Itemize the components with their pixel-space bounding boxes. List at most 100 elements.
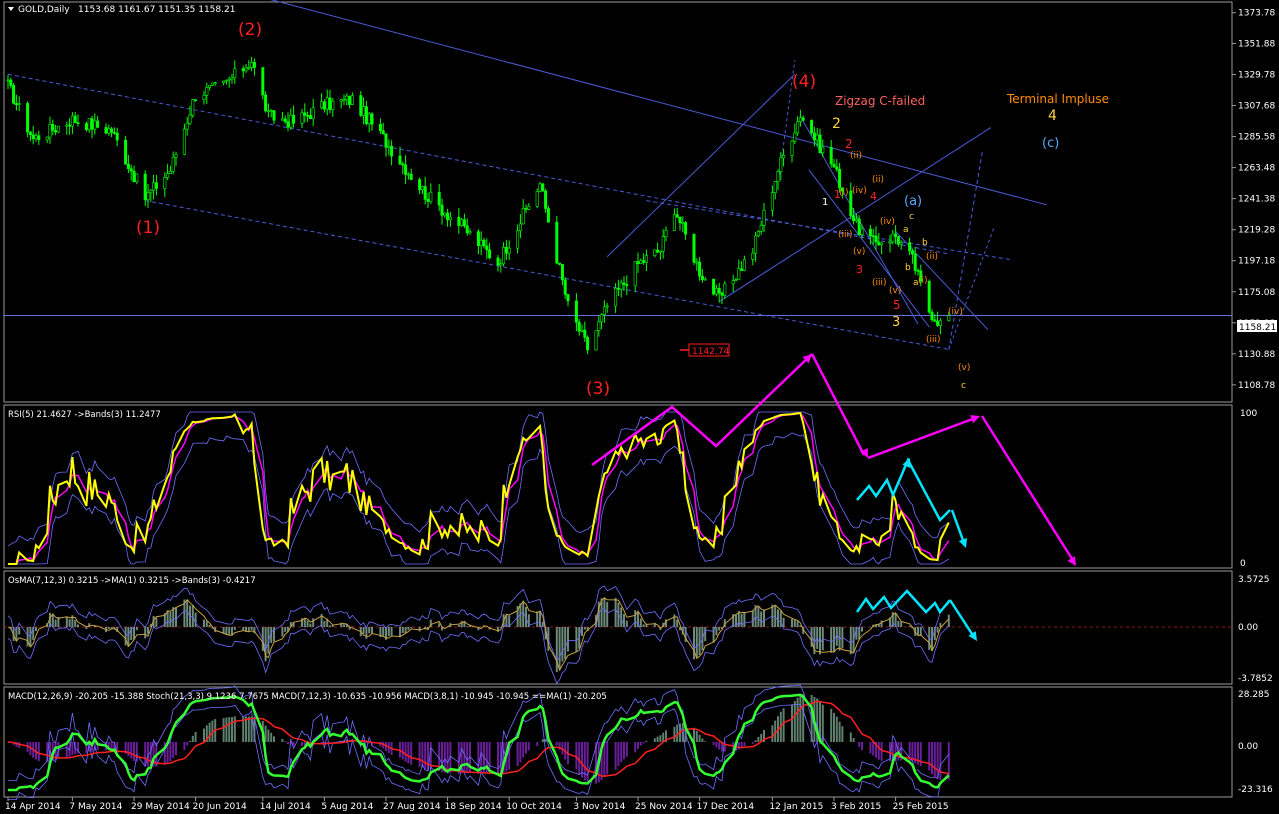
candle-body-19 <box>76 122 80 125</box>
candle-body-91 <box>362 106 366 116</box>
candle-body-4 <box>17 103 21 106</box>
price-tick-8: 1197.18 <box>1238 257 1275 267</box>
candle-body-174 <box>684 222 688 235</box>
candle-body-209 <box>821 147 825 154</box>
candle-body-136 <box>538 183 542 192</box>
symbol-header: GOLD,Daily 1153.68 1161.67 1151.35 1158.… <box>8 5 235 15</box>
candle-body-172 <box>678 216 682 224</box>
minor-b-2: b <box>905 263 911 273</box>
candle-body-105 <box>418 179 422 191</box>
candle-body-143 <box>563 279 567 295</box>
candle-body-49 <box>194 99 198 101</box>
candle-body-195 <box>770 192 774 211</box>
candle-body-189 <box>742 259 746 271</box>
candle-body-14 <box>56 125 60 133</box>
candle-body-10 <box>45 136 49 141</box>
candle-body-20 <box>84 123 88 131</box>
candle-body-93 <box>367 113 371 124</box>
osma-tick-top: 3.5725 <box>1238 575 1270 585</box>
candle-body-102 <box>404 164 408 175</box>
candle-body-150 <box>594 330 598 351</box>
candle-body-97 <box>384 133 388 148</box>
candle-body-74 <box>292 114 296 124</box>
candle-body-81 <box>322 101 326 110</box>
minor-a-1: a <box>903 225 909 235</box>
candle-body-3 <box>14 103 18 106</box>
candle-body-219 <box>860 228 864 235</box>
candle-body-96 <box>381 130 385 135</box>
candle-body-119 <box>468 231 472 234</box>
candle-body-223 <box>877 241 881 246</box>
minor-ii-1: (ii) <box>850 151 862 161</box>
candle-body-41 <box>166 173 170 178</box>
candle-body-116 <box>460 219 464 226</box>
candle-body-47 <box>188 114 192 124</box>
candle-body-194 <box>762 209 766 226</box>
candle-body-157 <box>619 282 623 290</box>
candle-body-44 <box>174 153 178 158</box>
candle-body-50 <box>202 94 206 101</box>
candle-body-212 <box>835 166 839 170</box>
candle-body-57 <box>227 78 231 81</box>
candle-body-121 <box>479 239 483 247</box>
candle-body-177 <box>698 261 702 277</box>
candle-body-151 <box>597 321 601 332</box>
rsi-tick-0: 0 <box>1240 559 1246 569</box>
x-label-12: 12 Jan 2015 <box>769 802 823 812</box>
minor-ii-2: (ii) <box>872 175 884 185</box>
candle-body-85 <box>339 99 343 102</box>
minor-iv-3: (iv) <box>948 307 963 317</box>
candle-body-120 <box>476 231 480 247</box>
candle-body-64 <box>252 62 256 68</box>
candle-body-40 <box>163 177 167 189</box>
current-price-label: 1158.21 <box>1239 323 1276 333</box>
candle-body-202 <box>796 121 800 134</box>
candle-body-149 <box>586 337 590 351</box>
candle-body-89 <box>350 95 354 105</box>
candle-body-8 <box>34 135 38 140</box>
price-tick-12: 1108.78 <box>1238 381 1275 391</box>
candle-body-221 <box>871 235 875 237</box>
candle-body-94 <box>370 113 374 125</box>
candle-body-39 <box>154 182 158 189</box>
candle-body-186 <box>734 279 738 281</box>
wave-4-label: (4) <box>792 72 816 92</box>
candle-body-9 <box>37 135 41 141</box>
candle-body-1 <box>9 79 13 86</box>
candle-body-48 <box>191 99 195 116</box>
minor-a-2: a <box>913 278 919 288</box>
wave-c-label: (c) <box>1042 136 1059 151</box>
candle-body-104 <box>409 173 413 180</box>
x-label-9: 3 Nov 2014 <box>573 802 625 812</box>
candle-body-200 <box>790 140 794 156</box>
candle-body-134 <box>527 205 531 210</box>
minor-4-red: 4 <box>870 190 877 203</box>
price-tick-1: 1351.88 <box>1238 39 1275 49</box>
wave-a-label: (a) <box>904 194 922 209</box>
candle-body-171 <box>675 214 679 218</box>
candle-body-0 <box>6 79 10 82</box>
candle-body-86 <box>342 99 346 101</box>
candle-body-113 <box>446 212 450 221</box>
candle-body-160 <box>633 261 637 287</box>
candle-body-197 <box>776 171 780 182</box>
candle-body-66 <box>264 94 268 112</box>
candle-body-135 <box>535 191 539 207</box>
minor-iii-1: (iii) <box>838 230 853 240</box>
price-tick-11: 1130.88 <box>1238 350 1275 360</box>
candle-body-63 <box>250 62 254 68</box>
candle-body-24 <box>96 120 100 128</box>
candle-body-126 <box>499 263 503 266</box>
x-label-0: 14 Apr 2014 <box>5 802 61 812</box>
candle-body-167 <box>658 250 662 253</box>
candle-body-27 <box>110 128 114 133</box>
candle-body-30 <box>124 139 128 165</box>
candle-body-158 <box>622 282 626 285</box>
price-tick-3: 1307.68 <box>1238 102 1275 112</box>
minor-iii-3: (iii) <box>926 335 941 345</box>
low-label: 1142.74 <box>692 347 729 357</box>
candle-body-236 <box>930 311 934 321</box>
candle-body-95 <box>378 123 382 131</box>
candle-body-196 <box>773 181 777 194</box>
x-label-4: 14 Jul 2014 <box>260 802 311 812</box>
